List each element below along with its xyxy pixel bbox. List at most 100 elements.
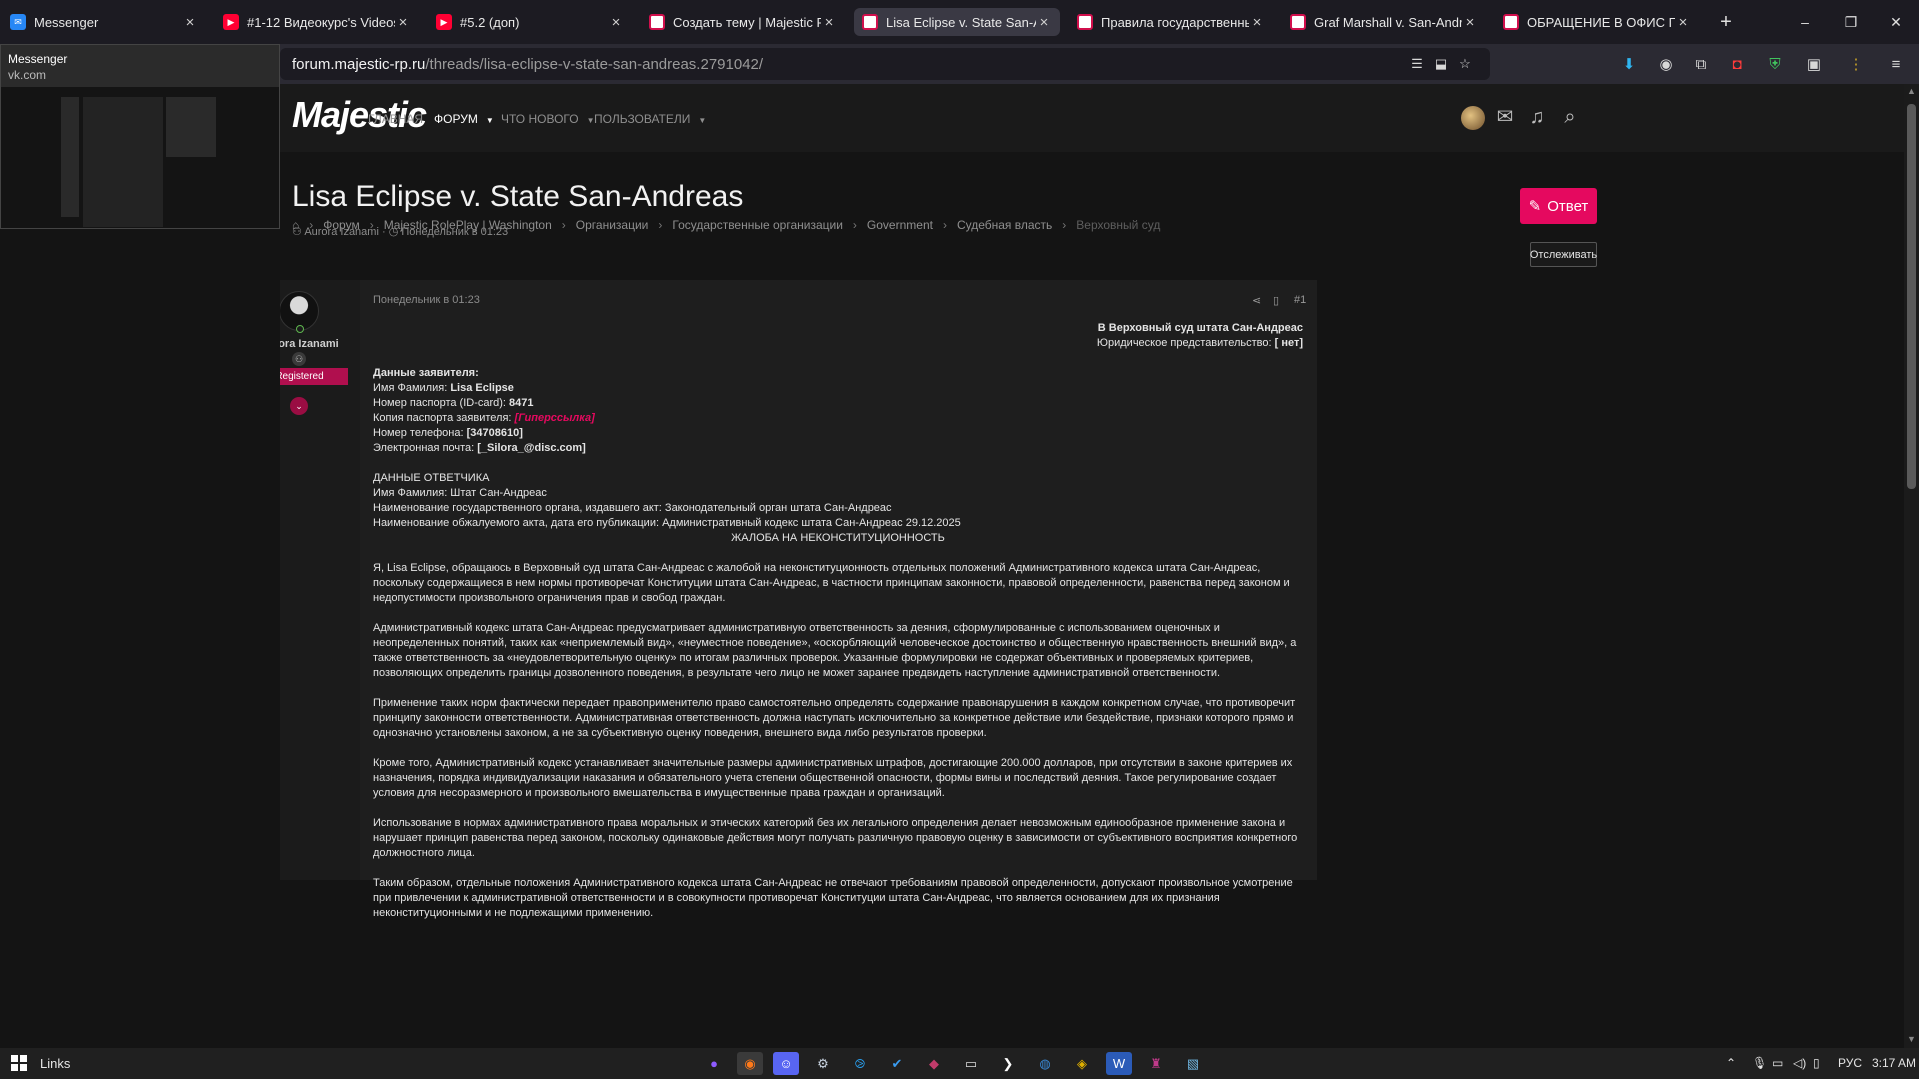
- breadcrumb-item[interactable]: Организации: [576, 218, 649, 232]
- app-circle-icon[interactable]: ●: [701, 1052, 727, 1075]
- tab-messenger[interactable]: ✉ Messenger ×: [2, 8, 206, 36]
- nav-home[interactable]: ГЛАВНАЯ: [368, 112, 423, 126]
- role-badge: Registered: [280, 368, 348, 385]
- applicant-phone: Номер телефона: [34708610]: [373, 427, 523, 439]
- word-icon[interactable]: W: [1106, 1052, 1132, 1075]
- tab-title: #1-12 Видеокурс's Videos: [247, 14, 395, 30]
- app-square-icon[interactable]: ▧: [1180, 1052, 1206, 1075]
- reader-view-icon[interactable]: ☰: [1408, 56, 1426, 72]
- breadcrumb-item[interactable]: Форум: [323, 218, 359, 232]
- tab-close-icon[interactable]: ×: [1249, 14, 1265, 31]
- tab-hover-preview: Messenger vk.com: [0, 44, 280, 229]
- home-icon[interactable]: ⌂: [292, 218, 299, 232]
- bell-icon[interactable]: ♫: [1524, 104, 1550, 130]
- tab-general-office[interactable]: ОБРАЩЕНИЕ В ОФИС ГЕНЕР ×: [1495, 8, 1699, 36]
- reply-button[interactable]: ✎ Ответ: [1520, 188, 1597, 224]
- discord-icon[interactable]: ☺: [773, 1052, 799, 1075]
- bookmark-star-icon[interactable]: ☆: [1456, 56, 1474, 72]
- page-scrollbar[interactable]: ▲ ▼: [1904, 84, 1919, 1048]
- screenshot-icon[interactable]: ◘: [1726, 54, 1748, 76]
- applicant-name: Имя Фамилия: Lisa Eclipse: [373, 382, 514, 394]
- messenger-icon: ✉: [10, 14, 26, 30]
- menu-icon[interactable]: ≡: [1885, 54, 1907, 76]
- extensions-icon[interactable]: ⧉: [1690, 54, 1712, 76]
- tab-close-icon[interactable]: ×: [1036, 14, 1052, 31]
- close-window-button[interactable]: ✕: [1873, 8, 1919, 36]
- post-number[interactable]: #1: [1294, 294, 1306, 306]
- new-tab-button[interactable]: +: [1712, 8, 1740, 36]
- scrollbar-thumb[interactable]: [1907, 104, 1916, 489]
- powershell-icon[interactable]: ❯: [995, 1052, 1021, 1075]
- search-icon[interactable]: ⌕: [1557, 104, 1583, 130]
- mail-icon[interactable]: ✉: [1492, 104, 1518, 130]
- paragraph: Применение таких норм фактически передае…: [373, 697, 1296, 739]
- paragraph: Административный кодекс штата Сан-Андреа…: [373, 622, 1297, 679]
- extension-box-icon[interactable]: ▣: [1803, 54, 1825, 76]
- nav-whats-new[interactable]: ЧТО НОВОГО ▼: [501, 112, 594, 126]
- volume-icon[interactable]: ◁): [1793, 1056, 1806, 1070]
- app-figure-icon[interactable]: ♜: [1143, 1052, 1169, 1075]
- links-toolbar[interactable]: Links: [40, 1056, 70, 1071]
- save-page-icon[interactable]: ⬓: [1432, 56, 1450, 72]
- extension-globe-icon[interactable]: ◉: [1655, 54, 1677, 76]
- tab-youtube-dop[interactable]: ▶ #5.2 (доп) ×: [428, 8, 632, 36]
- scroll-up-icon[interactable]: ▲: [1906, 86, 1917, 96]
- tab-close-icon[interactable]: ×: [1675, 14, 1691, 31]
- minimize-button[interactable]: –: [1782, 8, 1828, 36]
- windows-start-icon[interactable]: [11, 1055, 27, 1071]
- watch-button[interactable]: Отслеживать: [1530, 242, 1597, 267]
- app-diamond-icon[interactable]: ◈: [1069, 1052, 1095, 1075]
- user-avatar[interactable]: [1461, 106, 1485, 130]
- tab-close-icon[interactable]: ×: [608, 14, 624, 31]
- court-header: В Верховный суд штата Сан-Андреас: [1097, 322, 1303, 334]
- preview-title: Messenger: [8, 52, 68, 66]
- site-header: Majestic ГЛАВНАЯ ФОРУМ ▼ ЧТО НОВОГО ▼ ПОЛЬ…: [280, 84, 1904, 152]
- hyperlink[interactable]: [Гиперссылка]: [515, 412, 595, 424]
- tab-close-icon[interactable]: ×: [395, 14, 411, 31]
- breadcrumb-item[interactable]: Государственные организации: [672, 218, 843, 232]
- tab-create-topic[interactable]: Создать тему | Majestic Role ×: [641, 8, 845, 36]
- app-icon[interactable]: ◆: [921, 1052, 947, 1075]
- steam-icon[interactable]: ⚙: [810, 1052, 836, 1075]
- chevron-down-icon[interactable]: ⌄: [290, 397, 308, 415]
- battery-icon[interactable]: ▯: [1813, 1056, 1820, 1070]
- network-icon[interactable]: ▭: [1772, 1056, 1783, 1070]
- language-indicator[interactable]: РУС: [1838, 1056, 1862, 1070]
- todo-icon[interactable]: ✔: [884, 1052, 910, 1075]
- terminal-icon[interactable]: ▭: [958, 1052, 984, 1075]
- downloads-icon[interactable]: ⬇: [1618, 54, 1640, 76]
- share-icon[interactable]: ⋖: [1252, 294, 1261, 307]
- post-username[interactable]: Aurora Izanami: [280, 338, 360, 350]
- tab-graf-marshall[interactable]: Graf Marshall v. San-Andreas ×: [1282, 8, 1486, 36]
- tab-lisa-eclipse[interactable]: Lisa Eclipse v. State San-Andr ×: [854, 8, 1060, 36]
- tray-chevron-up-icon[interactable]: ⌃: [1726, 1056, 1736, 1070]
- tab-rules[interactable]: Правила государственных ор ×: [1069, 8, 1273, 36]
- breadcrumb-item[interactable]: Majestic RolePlay | Washington: [384, 218, 552, 232]
- extension-grid-icon[interactable]: ⋮: [1845, 54, 1867, 76]
- firefox-icon[interactable]: ◉: [737, 1052, 763, 1075]
- representation-line: Юридическое представительство: [ нет]: [1096, 337, 1303, 349]
- thread-title: Lisa Eclipse v. State San-Andreas: [292, 180, 744, 213]
- tab-close-icon[interactable]: ×: [182, 14, 198, 31]
- clock[interactable]: 3:17 AM: [1872, 1056, 1916, 1070]
- breadcrumb-item[interactable]: Судебная власть: [957, 218, 1052, 232]
- edge-icon[interactable]: ◍: [1032, 1052, 1058, 1075]
- nav-users[interactable]: ПОЛЬЗОВАТЕЛИ ▼: [594, 112, 706, 126]
- bookmark-icon[interactable]: ▯: [1273, 294, 1279, 307]
- scroll-down-icon[interactable]: ▼: [1906, 1034, 1917, 1044]
- address-bar[interactable]: forum.majestic-rp.ru/threads/lisa-eclips…: [280, 48, 1490, 80]
- nav-forum[interactable]: ФОРУМ ▼: [434, 112, 494, 126]
- tab-youtube-videos[interactable]: ▶ #1-12 Видеокурс's Videos ×: [215, 8, 419, 36]
- tab-close-icon[interactable]: ×: [1462, 14, 1478, 31]
- reply-label: Ответ: [1547, 197, 1589, 215]
- vscode-icon[interactable]: ⧁: [847, 1052, 873, 1075]
- shield-icon[interactable]: ⛨: [1764, 54, 1786, 76]
- post-date[interactable]: Понедельник в 01:23: [373, 294, 480, 306]
- youtube-icon: ▶: [223, 14, 239, 30]
- breadcrumb-item[interactable]: Government: [867, 218, 933, 232]
- microphone-icon[interactable]: 🎙: [1752, 1056, 1767, 1070]
- youtube-icon: ▶: [436, 14, 452, 30]
- applicant-email: Электронная почта: [_Silora_@disc.com]: [373, 442, 586, 454]
- restore-button[interactable]: ❐: [1828, 8, 1874, 36]
- tab-close-icon[interactable]: ×: [821, 14, 837, 31]
